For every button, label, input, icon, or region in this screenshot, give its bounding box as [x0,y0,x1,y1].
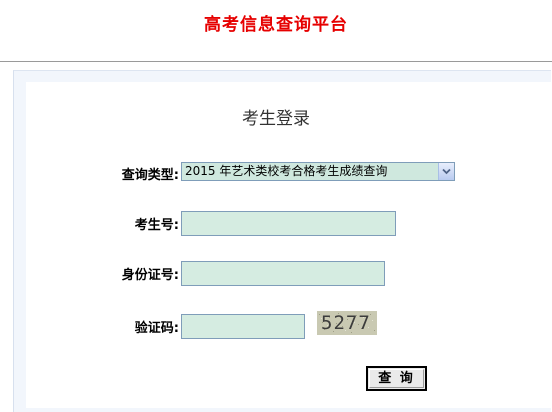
login-panel-body [26,82,552,408]
page: 高考信息查询平台 考生登录 查询类型: 2015 年艺术类校考合格考生成绩查询 … [0,0,552,412]
chevron-down-icon[interactable] [438,163,454,180]
exam-number-label: 考生号: [134,218,179,233]
id-number-label: 身份证号: [121,268,179,283]
form-heading: 考生登录 [242,109,310,129]
captcha-input[interactable] [181,314,305,339]
query-type-label: 查询类型: [121,168,179,183]
query-button[interactable]: 查 询 [366,366,427,391]
query-type-select[interactable]: 2015 年艺术类校考合格考生成绩查询 [181,162,455,181]
site-title: 高考信息查询平台 [204,15,348,35]
header-divider [0,61,552,62]
query-type-selected-value: 2015 年艺术类校考合格考生成绩查询 [185,164,388,178]
id-number-input[interactable] [181,261,385,286]
captcha-code: 5277 [321,312,371,334]
captcha-image[interactable]: 5277 [317,311,377,335]
captcha-label: 验证码: [134,321,179,336]
exam-number-input[interactable] [181,211,396,236]
